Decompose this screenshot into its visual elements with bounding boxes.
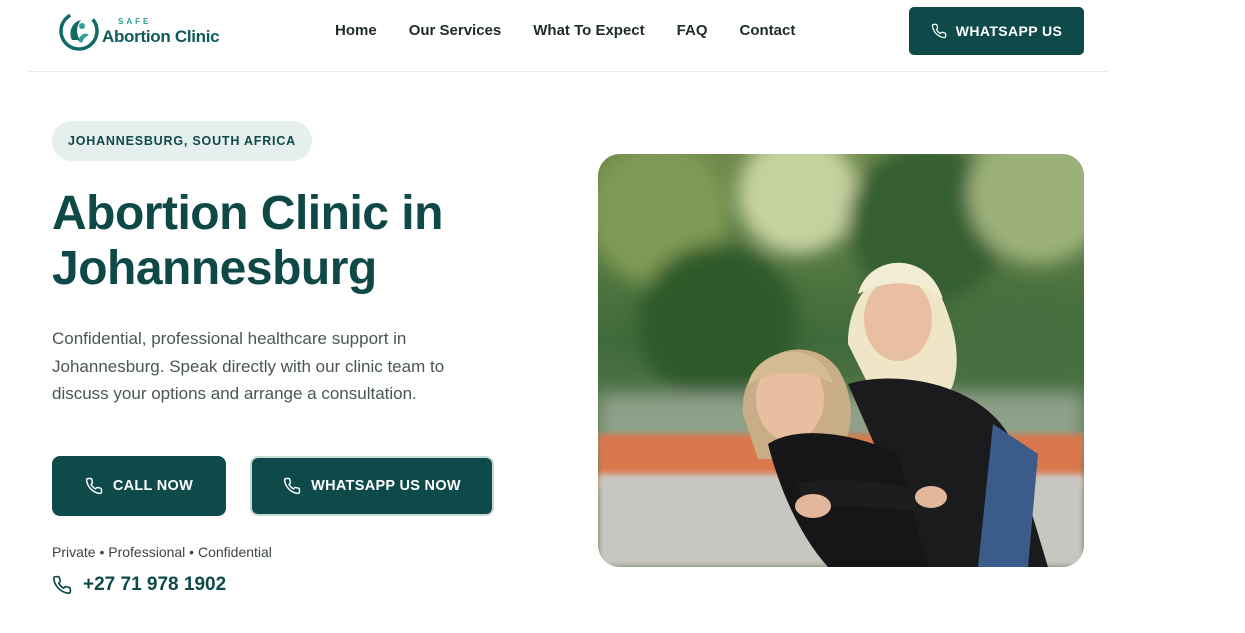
main-nav: Home Our Services What To Expect FAQ Con… [335,22,795,39]
hero-photo-illustration [598,154,1084,567]
phone-number: +27 71 978 1902 [83,574,227,595]
call-now-button[interactable]: CALL NOW [52,456,226,516]
clinic-logo-icon [59,11,99,51]
trust-tagline: Private • Professional • Confidential [52,544,272,560]
call-now-label: CALL NOW [112,478,194,494]
brand-text: SAFE Abortion Clinic [102,16,220,46]
nav-faq[interactable]: FAQ [677,22,708,39]
hero-description: Confidential, professional healthcare su… [52,329,445,403]
nav-our-services[interactable]: Our Services [409,22,502,39]
header-whatsapp-button[interactable]: WHATSAPP US [909,7,1084,55]
phone-icon [931,23,947,39]
brand-logo[interactable]: SAFE Abortion Clinic [58,8,223,54]
phone-icon [85,477,103,495]
page-title-line2: Johannesburg [52,242,377,295]
site-header: SAFE Abortion Clinic Home Our Services W… [28,0,1108,72]
nav-what-to-expect[interactable]: What To Expect [533,22,644,39]
phone-icon [283,477,301,495]
whatsapp-us-now-button[interactable]: WHATSAPP US NOW [250,456,494,516]
phone-link[interactable]: +27 71 978 1902 [52,574,226,596]
nav-contact[interactable]: Contact [740,22,796,39]
nav-home[interactable]: Home [335,22,377,39]
header-whatsapp-label: WHATSAPP US [955,23,1063,39]
location-badge: JOHANNESBURG, SOUTH AFRICA [52,121,312,161]
page-title: Abortion Clinic in Johannesburg [52,186,532,296]
phone-icon [52,575,72,595]
brand-name: Abortion Clinic [102,26,220,46]
page-title-line1: Abortion Clinic in [52,187,443,240]
hero-photo [598,154,1084,567]
whatsapp-us-now-label: WHATSAPP US NOW [311,478,461,494]
brand-safe-label: SAFE [118,16,152,26]
